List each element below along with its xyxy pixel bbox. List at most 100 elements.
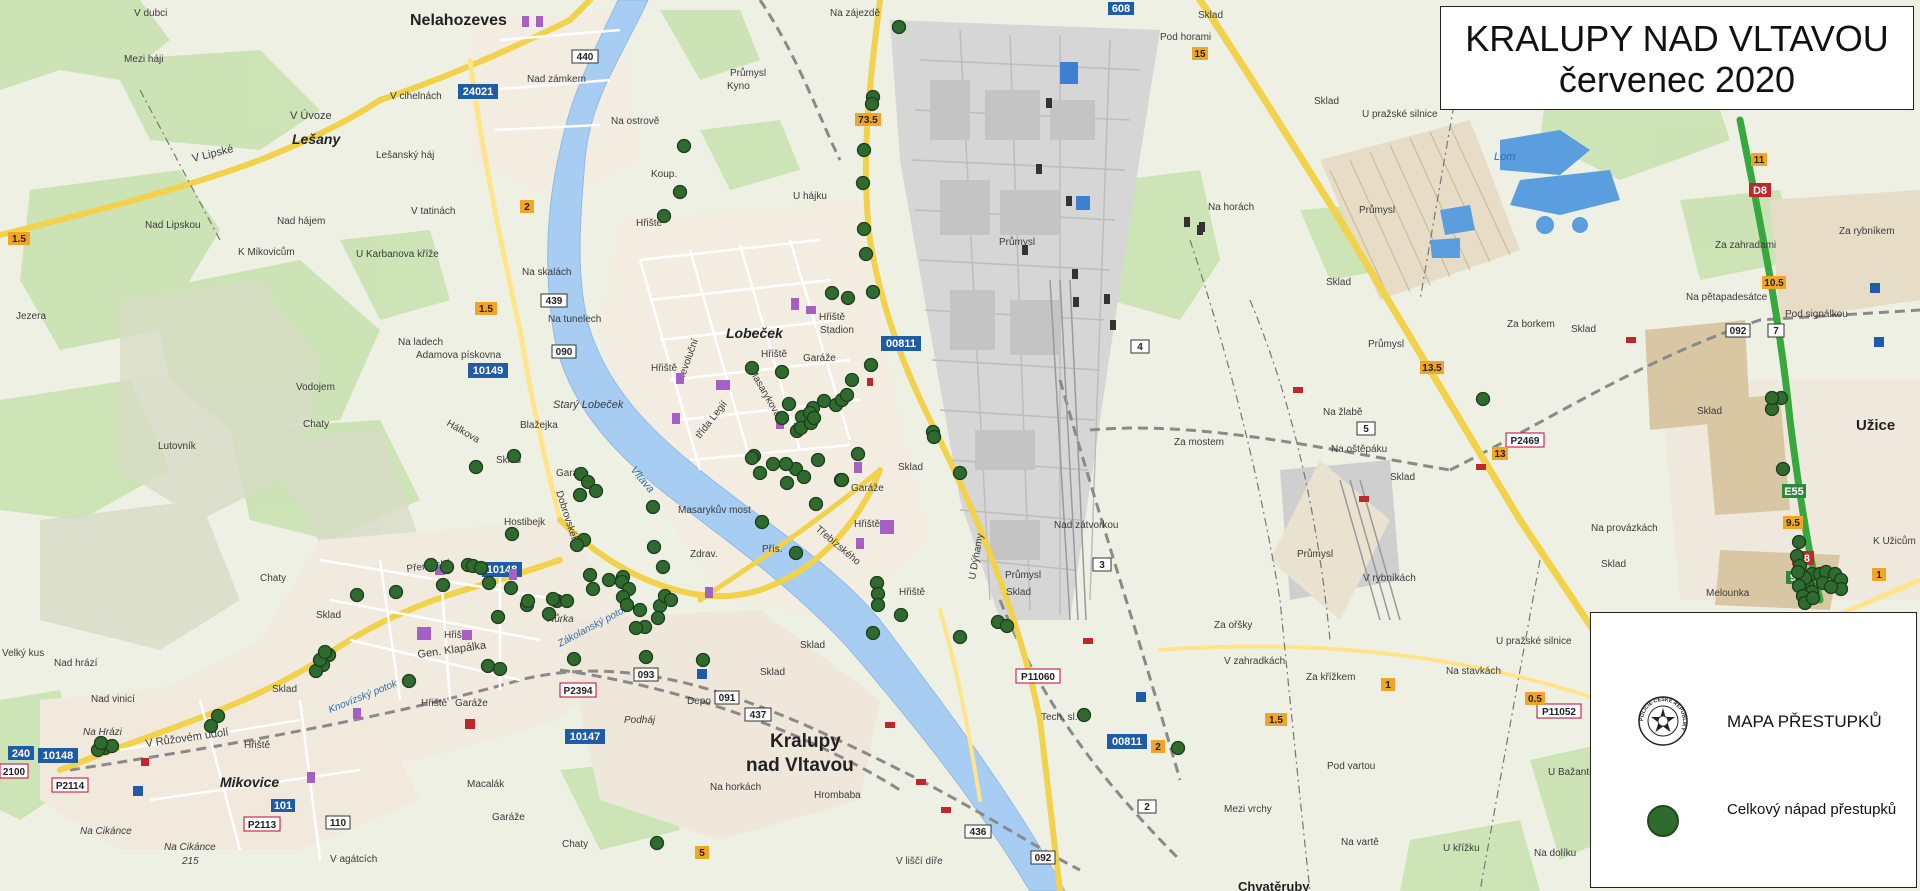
shield-240: 240 [8,746,34,760]
incident-dot[interactable] [632,602,648,618]
incident-dot[interactable] [646,539,662,555]
incident-dot[interactable] [808,496,824,512]
incident-dot[interactable] [638,649,654,665]
incident-dot[interactable] [856,142,872,158]
incident-dot[interactable] [1475,391,1491,407]
incident-dot[interactable] [810,452,826,468]
incident-dot[interactable] [588,483,604,499]
incident-dot[interactable] [1790,564,1806,580]
incident-dot[interactable] [572,487,588,503]
incident-dot[interactable] [850,446,866,462]
shield-10147: 10147 [565,729,605,744]
incident-dot[interactable] [856,221,872,237]
incident-dot[interactable] [473,560,489,576]
incident-dot[interactable] [781,396,797,412]
incident-dot[interactable] [806,410,822,426]
incident-dot[interactable] [559,593,575,609]
incident-dot[interactable] [824,285,840,301]
incident-dot[interactable] [865,625,881,641]
incident-dot[interactable] [349,587,365,603]
incident-dot[interactable] [744,360,760,376]
incident-dot[interactable] [891,19,907,35]
incident-dot[interactable] [628,620,644,636]
incident-dot[interactable] [203,718,219,734]
incident-dot[interactable] [504,526,520,542]
incident-dot[interactable] [858,246,874,262]
incident-dot[interactable] [663,592,679,608]
incident-dot[interactable] [839,387,855,403]
incident-dot[interactable] [1076,707,1092,723]
shield-436: 436 [964,824,992,839]
incident-dot[interactable] [864,96,880,112]
incident-dot[interactable] [1805,590,1821,606]
incident-dot[interactable] [952,629,968,645]
label-za-borkem: Za borkem [1507,319,1555,330]
incident-dot[interactable] [695,652,711,668]
incident-dot[interactable] [1823,579,1839,595]
incident-dot[interactable] [401,673,417,689]
incident-dot[interactable] [865,284,881,300]
km-15b: 1.5 [8,232,30,245]
incident-dot[interactable] [840,290,856,306]
incident-dot[interactable] [796,469,812,485]
incident-dot[interactable] [545,591,561,607]
incident-dot[interactable] [1170,740,1186,756]
incident-dot[interactable] [788,545,804,561]
incident-dot[interactable] [645,499,661,515]
incident-dot[interactable] [855,175,871,191]
incident-dot[interactable] [774,364,790,380]
incident-dot[interactable] [1791,534,1807,550]
incident-dot[interactable] [566,651,582,667]
incident-dot[interactable] [388,584,404,600]
incident-dot[interactable] [439,559,455,575]
incident-dot[interactable] [656,208,672,224]
incident-dot[interactable] [601,572,617,588]
incident-dot[interactable] [649,835,665,851]
label-lobecek: Lobeček [726,325,784,341]
legend-box: POLICIE ČESKÉ REPUBLIKY MAPA PŘESTUPKŮ C… [1590,612,1917,888]
incident-dot[interactable] [481,575,497,591]
incident-dot[interactable] [585,581,601,597]
incident-dot[interactable] [655,559,671,575]
svg-text:101: 101 [274,800,292,812]
incident-dot[interactable] [752,465,768,481]
incident-dot[interactable] [765,456,781,472]
incident-dot[interactable] [435,577,451,593]
incident-dot[interactable] [317,644,333,660]
incident-dot[interactable] [480,658,496,674]
shield-3: 3 [1092,557,1112,572]
incident-dot[interactable] [93,735,109,751]
incident-dot[interactable] [569,537,585,553]
incident-dot[interactable] [1764,390,1780,406]
incident-dot[interactable] [619,597,635,613]
incident-dot[interactable] [503,580,519,596]
incident-dot[interactable] [506,448,522,464]
incident-dot[interactable] [834,472,850,488]
incident-dot[interactable] [926,429,942,445]
incident-dot[interactable] [676,138,692,154]
incident-dot[interactable] [952,465,968,481]
incident-dot[interactable] [650,610,666,626]
incident-dot[interactable] [754,514,770,530]
incident-dot[interactable] [672,184,688,200]
label-v-agatcich: V agátcích [330,854,377,865]
incident-dot[interactable] [1775,461,1791,477]
incident-dot[interactable] [520,593,536,609]
incident-dot[interactable] [863,357,879,373]
incident-dot[interactable] [844,372,860,388]
incident-dot[interactable] [778,456,794,472]
incident-dot[interactable] [468,459,484,475]
incident-dot[interactable] [490,609,506,625]
incident-dot[interactable] [779,475,795,491]
label-kyno: Kyno [727,81,750,92]
incident-dot[interactable] [582,567,598,583]
incident-dot[interactable] [492,661,508,677]
incident-dot[interactable] [744,450,760,466]
incident-dot[interactable] [870,597,886,613]
label-kralupy: Kralupy [770,731,841,752]
incident-dot[interactable] [893,607,909,623]
incident-dot[interactable] [774,410,790,426]
incident-dot[interactable] [999,618,1015,634]
incident-dot[interactable] [541,606,557,622]
incident-dot[interactable] [423,557,439,573]
